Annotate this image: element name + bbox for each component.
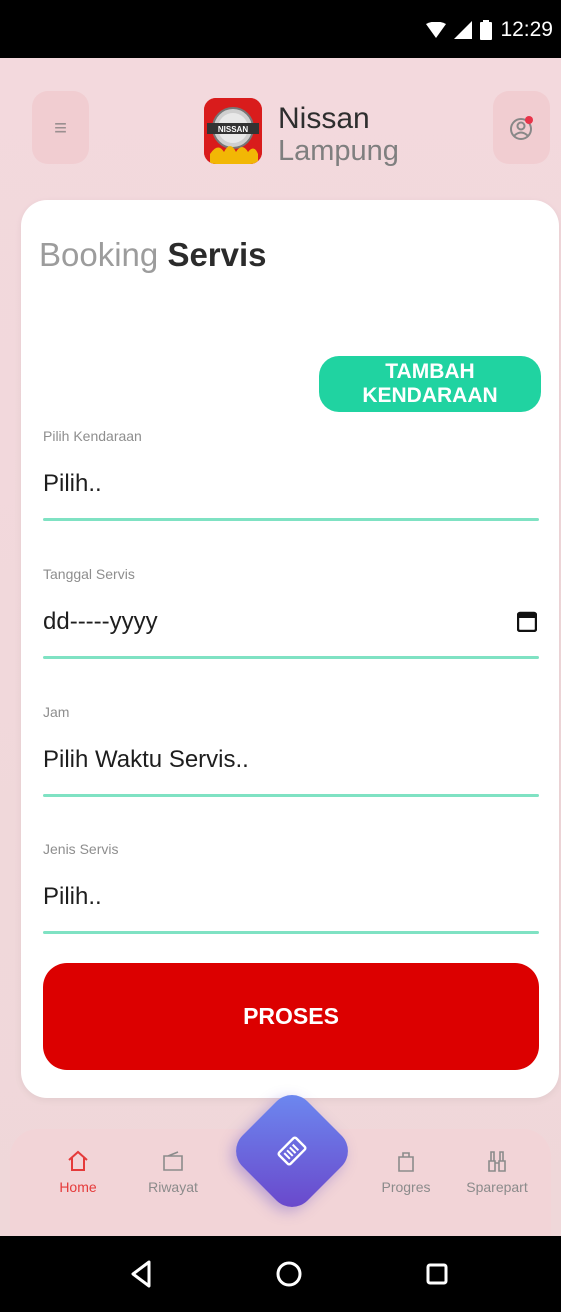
- field-label: Jam: [43, 704, 70, 720]
- hamburger-icon: ≡: [54, 114, 67, 140]
- field-label: Jenis Servis: [43, 841, 119, 857]
- status-bar: 12:29: [0, 0, 561, 58]
- home-nav-button[interactable]: [271, 1256, 307, 1292]
- tab-label: Progres: [381, 1179, 431, 1195]
- binoculars-icon: [488, 1151, 506, 1172]
- vehicle-select[interactable]: Pilih Kendaraan Pilih..: [43, 428, 539, 521]
- tab-sparepart[interactable]: Sparepart: [452, 1149, 542, 1229]
- menu-button[interactable]: ≡: [32, 91, 89, 164]
- tab-label: Home: [59, 1179, 97, 1195]
- field-underline: [43, 656, 539, 659]
- tab-label: Riwayat: [148, 1179, 198, 1195]
- service-date-input[interactable]: Tanggal Servis dd-----yyyy: [43, 566, 539, 659]
- add-vehicle-button[interactable]: TAMBAH KENDARAAN: [319, 356, 541, 412]
- tab-riwayat[interactable]: Riwayat: [128, 1149, 218, 1229]
- field-underline: [43, 794, 539, 797]
- service-type-select[interactable]: Jenis Servis Pilih..: [43, 841, 539, 934]
- app-screen: ≡ NISSAN Nissan Lampung Booking Servis T…: [0, 58, 561, 1237]
- brand-title: Nissan Lampung: [278, 104, 399, 166]
- recents-button[interactable]: [419, 1256, 455, 1292]
- nissan-logo: NISSAN: [204, 98, 262, 164]
- wallet-icon: [163, 1151, 183, 1171]
- field-label: Tanggal Servis: [43, 566, 135, 582]
- wifi-icon: [426, 22, 447, 38]
- process-button[interactable]: PROSES: [43, 963, 539, 1070]
- svg-text:NISSAN: NISSAN: [218, 125, 248, 134]
- ticket-icon: [262, 1121, 322, 1181]
- system-nav-bar: [0, 1236, 561, 1312]
- field-underline: [43, 518, 539, 521]
- booking-card: Booking Servis TAMBAH KENDARAAN Pilih Ke…: [21, 200, 559, 1098]
- back-icon: [131, 1260, 151, 1288]
- service-time-select[interactable]: Jam Pilih Waktu Servis..: [43, 704, 539, 797]
- tab-label: Sparepart: [466, 1179, 528, 1195]
- title-bold: Servis: [167, 236, 267, 273]
- tab-home[interactable]: Home: [33, 1149, 123, 1229]
- circle-home-icon: [276, 1261, 302, 1287]
- battery-icon: [480, 20, 493, 40]
- bag-icon: [398, 1152, 414, 1172]
- signal-icon: [454, 21, 473, 39]
- brand-city: Lampung: [278, 135, 399, 167]
- field-value: Pilih..: [43, 470, 102, 497]
- field-value: Pilih..: [43, 883, 102, 910]
- field-value: Pilih Waktu Servis..: [43, 746, 249, 773]
- user-icon: [509, 115, 533, 140]
- brand-name: Nissan: [278, 102, 370, 135]
- status-time: 12:29: [500, 18, 553, 41]
- home-icon: [68, 1150, 88, 1171]
- field-value: dd-----yyyy: [43, 608, 158, 635]
- calendar-icon[interactable]: [517, 610, 537, 632]
- field-underline: [43, 931, 539, 934]
- page-title: Booking Servis: [39, 236, 267, 274]
- title-light: Booking: [39, 236, 168, 273]
- back-button[interactable]: [123, 1256, 159, 1292]
- field-label: Pilih Kendaraan: [43, 428, 142, 444]
- profile-button[interactable]: [493, 91, 550, 164]
- square-recents-icon: [426, 1263, 448, 1285]
- tab-progres[interactable]: Progres: [361, 1149, 451, 1229]
